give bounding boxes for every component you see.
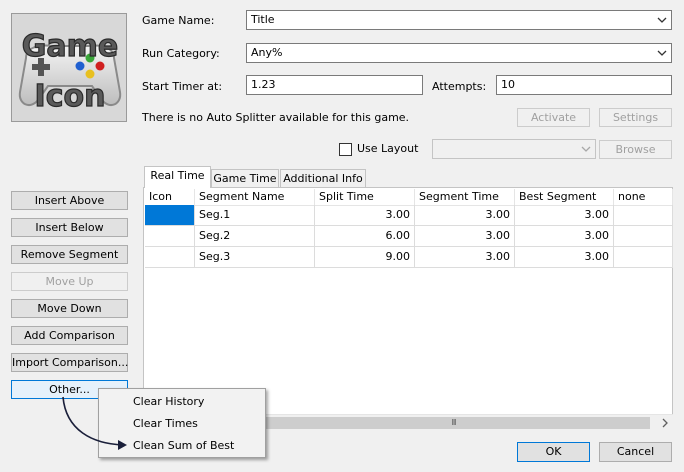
table-row[interactable]: Seg.2 6.00 3.00 3.00: [145, 226, 673, 247]
remove-segment-button[interactable]: Remove Segment: [11, 245, 128, 264]
scrollbar-thumb[interactable]: III: [257, 417, 650, 429]
import-comparison-button[interactable]: Import Comparison...: [11, 353, 128, 372]
attempts-value: 10: [501, 78, 515, 91]
start-timer-input[interactable]: 1.23: [246, 75, 423, 95]
move-down-button[interactable]: Move Down: [11, 299, 128, 318]
table-row[interactable]: Seg.1 3.00 3.00 3.00: [145, 205, 673, 226]
segment-icon-cell[interactable]: [145, 205, 195, 226]
segment-time-cell[interactable]: 3.00: [415, 226, 515, 247]
menu-item-clear-times[interactable]: Clear Times: [100, 413, 264, 435]
tab-real-time[interactable]: Real Time: [144, 166, 211, 188]
settings-button[interactable]: Settings: [599, 108, 672, 127]
column-header-segment-time[interactable]: Segment Time: [415, 189, 515, 206]
none-cell[interactable]: [614, 226, 673, 247]
segment-time-cell[interactable]: 3.00: [415, 247, 515, 268]
browse-button[interactable]: Browse: [599, 140, 672, 159]
game-icon-image[interactable]: Game Icon: [11, 13, 127, 122]
scroll-right-icon[interactable]: [656, 415, 673, 431]
chevron-down-icon: [657, 50, 667, 56]
run-category-label: Run Category:: [142, 47, 220, 60]
svg-text:Icon: Icon: [35, 79, 106, 114]
start-timer-label: Start Timer at:: [142, 80, 223, 93]
attempts-input[interactable]: 10: [496, 75, 672, 95]
gamepad-icon: Game Icon: [12, 14, 126, 121]
start-timer-value: 1.23: [251, 78, 276, 91]
chevron-down-icon: [581, 146, 591, 152]
best-segment-cell[interactable]: 3.00: [515, 247, 614, 268]
game-name-value: Title: [251, 13, 275, 26]
auto-splitter-message: There is no Auto Splitter available for …: [142, 111, 410, 124]
segment-name-cell[interactable]: Seg.3: [195, 247, 315, 268]
grid-header: Icon Segment Name Split Time Segment Tim…: [145, 189, 673, 206]
activate-button[interactable]: Activate: [517, 108, 590, 127]
insert-below-button[interactable]: Insert Below: [11, 218, 128, 237]
use-layout-checkbox[interactable]: [339, 143, 352, 156]
menu-item-clean-sum-of-best[interactable]: Clean Sum of Best: [100, 435, 264, 457]
column-header-icon[interactable]: Icon: [145, 189, 195, 206]
none-cell[interactable]: [614, 247, 673, 268]
segment-name-cell[interactable]: Seg.2: [195, 226, 315, 247]
split-time-cell[interactable]: 6.00: [315, 226, 415, 247]
segment-time-cell[interactable]: 3.00: [415, 205, 515, 226]
split-time-cell[interactable]: 3.00: [315, 205, 415, 226]
column-header-none[interactable]: none: [614, 189, 673, 206]
segment-name-cell[interactable]: Seg.1: [195, 205, 315, 226]
insert-above-button[interactable]: Insert Above: [11, 191, 128, 210]
ok-button[interactable]: OK: [517, 442, 590, 462]
none-cell[interactable]: [614, 205, 673, 226]
run-category-combobox[interactable]: Any%: [246, 43, 672, 63]
segment-icon-cell[interactable]: [145, 226, 195, 247]
layout-path-combobox[interactable]: [432, 139, 596, 159]
run-category-value: Any%: [251, 46, 283, 59]
tab-additional-info[interactable]: Additional Info: [280, 169, 366, 188]
svg-text:Game: Game: [22, 29, 118, 64]
cancel-button[interactable]: Cancel: [599, 442, 672, 462]
game-name-label: Game Name:: [142, 14, 215, 27]
other-context-menu: Clear History Clear Times Clean Sum of B…: [98, 388, 266, 458]
game-name-combobox[interactable]: Title: [246, 10, 672, 30]
attempts-label: Attempts:: [432, 80, 487, 93]
menu-item-clear-history[interactable]: Clear History: [100, 391, 264, 413]
chevron-down-icon: [657, 17, 667, 23]
best-segment-cell[interactable]: 3.00: [515, 205, 614, 226]
add-comparison-button[interactable]: Add Comparison: [11, 326, 128, 345]
move-up-button[interactable]: Move Up: [11, 272, 128, 291]
column-header-segment-name[interactable]: Segment Name: [195, 189, 315, 206]
split-time-cell[interactable]: 9.00: [315, 247, 415, 268]
tab-game-time[interactable]: Game Time: [211, 169, 279, 188]
segment-icon-cell[interactable]: [145, 247, 195, 268]
use-layout-label: Use Layout: [357, 142, 419, 155]
column-header-best-segment[interactable]: Best Segment: [515, 189, 614, 206]
scrollbar-grip: III: [451, 418, 456, 427]
column-header-split-time[interactable]: Split Time: [315, 189, 415, 206]
table-row[interactable]: Seg.3 9.00 3.00 3.00: [145, 247, 673, 268]
best-segment-cell[interactable]: 3.00: [515, 226, 614, 247]
